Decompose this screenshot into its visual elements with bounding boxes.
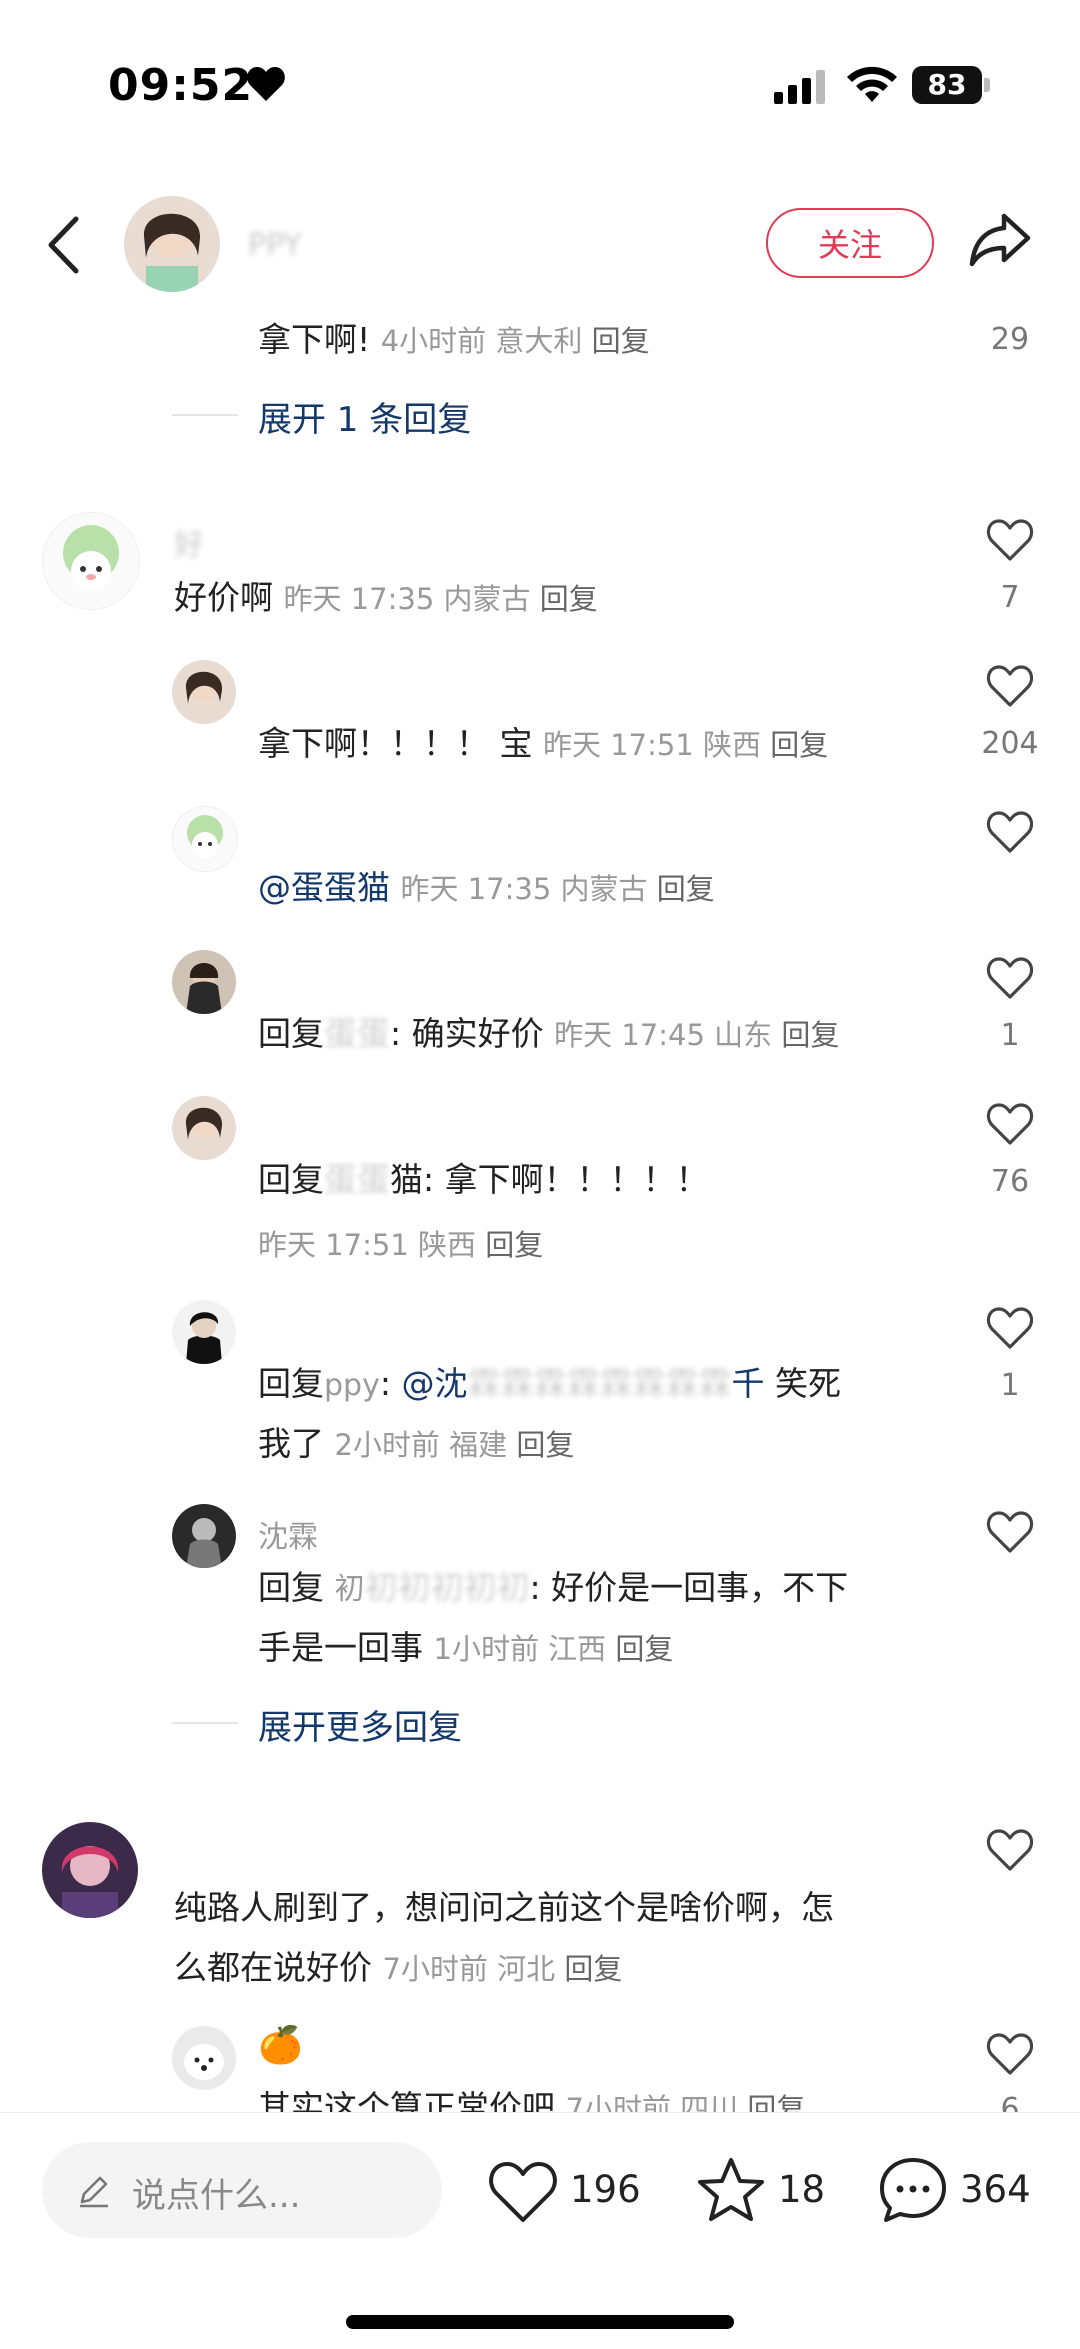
heart-status-icon — [247, 67, 285, 101]
share-icon[interactable] — [968, 212, 1032, 268]
heart-icon[interactable] — [986, 956, 1034, 1000]
comment-text: 拿下啊! 4小时前 意大利 回复 — [258, 320, 650, 359]
reply-meta: 昨天 17:51 陕西 回复 — [258, 1228, 544, 1262]
mention-link[interactable]: @蛋蛋猫 — [258, 868, 390, 907]
heart-icon[interactable] — [986, 664, 1034, 708]
like-count: 29 — [990, 322, 1030, 357]
reply-link[interactable]: 回复 — [592, 324, 650, 358]
signal-icon — [774, 70, 825, 104]
star-icon[interactable] — [696, 2156, 766, 2224]
comment-text: 好价啊 昨天 17:35 内蒙古 回复 — [174, 578, 598, 617]
like-count: 7 — [1000, 580, 1020, 615]
heart-icon[interactable] — [986, 518, 1034, 562]
replier-avatar[interactable] — [172, 1096, 236, 1160]
comment-text: 纯路人刷到了，想问问之前这个是啥价啊，怎 — [174, 1888, 834, 1927]
reply-text: 回复蛋蛋猫: 拿下啊！！！！！ — [258, 1160, 709, 1199]
like-count: 1 — [1000, 1018, 1020, 1053]
like-count: 204 — [981, 726, 1039, 761]
like-total: 196 — [570, 2168, 641, 2211]
back-icon[interactable] — [46, 216, 80, 274]
reply-link[interactable]: 回复 — [564, 1952, 622, 1986]
replier-avatar[interactable] — [172, 660, 236, 724]
comment-total: 364 — [960, 2168, 1031, 2211]
reply-text: @蛋蛋猫 昨天 17:35 内蒙古 回复 — [258, 868, 715, 907]
comment-icon[interactable] — [878, 2156, 948, 2224]
reply-link[interactable]: 回复 — [516, 1428, 574, 1462]
reply-text: 回复 初初初初初初: 好价是一回事，不下 — [258, 1568, 849, 1607]
heart-icon[interactable] — [986, 1828, 1034, 1872]
pencil-icon — [80, 2176, 108, 2208]
reply-link[interactable]: 回复 — [540, 582, 598, 616]
reply-text-cont: 我了 2小时前 福建 回复 — [258, 1424, 575, 1463]
heart-icon[interactable] — [986, 810, 1034, 854]
reply-text: 拿下啊！！！！ 宝 昨天 17:51 陕西 回复 — [258, 724, 829, 763]
reply-link[interactable]: 回复 — [615, 1632, 673, 1666]
replier-avatar[interactable] — [172, 950, 236, 1014]
replier-avatar[interactable] — [172, 1504, 236, 1568]
reply-link[interactable]: 回复 — [781, 1018, 839, 1052]
replier-avatar[interactable] — [172, 2026, 236, 2090]
battery-tip — [984, 78, 990, 92]
star-total: 18 — [778, 2168, 826, 2211]
comment-input-placeholder[interactable]: 说点什么... — [132, 2168, 300, 2217]
follow-button[interactable]: 关注 — [766, 208, 934, 278]
divider — [172, 414, 238, 416]
heart-icon[interactable] — [986, 1102, 1034, 1146]
like-count: 1 — [1000, 1368, 1020, 1403]
reply-link[interactable]: 回复 — [485, 1228, 543, 1262]
like-icon[interactable] — [488, 2160, 558, 2224]
replier-name-emoji: 🍊 — [258, 2025, 303, 2066]
replier-avatar[interactable] — [172, 1300, 236, 1364]
home-indicator[interactable] — [346, 2315, 734, 2329]
divider — [172, 1722, 238, 1724]
reply-link[interactable]: 回复 — [657, 872, 715, 906]
commenter-avatar[interactable] — [42, 1822, 138, 1918]
wifi-icon — [847, 66, 897, 102]
comment-text-cont: 么都在说好价 7小时前 河北 回复 — [174, 1948, 623, 1987]
expand-replies-button[interactable]: 展开 1 条回复 — [258, 392, 471, 441]
status-time: 09:52 — [108, 60, 254, 111]
heart-icon[interactable] — [986, 1306, 1034, 1350]
author-avatar[interactable] — [124, 196, 220, 292]
commenter-avatar[interactable] — [42, 512, 140, 610]
reply-text: 回复蛋蛋: 确实好价 昨天 17:45 山东 回复 — [258, 1014, 840, 1053]
author-name[interactable]: PPY — [248, 228, 302, 263]
heart-icon[interactable] — [986, 1510, 1034, 1554]
reply-text-cont: 手是一回事 1小时前 江西 回复 — [258, 1628, 674, 1667]
battery-indicator: 83 — [912, 66, 982, 104]
replier-avatar[interactable] — [172, 806, 238, 872]
reply-text: 回复ppy: @沈霖霖霖霖霖霖霖霖千 笑死 — [258, 1364, 841, 1403]
heart-icon[interactable] — [986, 2032, 1034, 2076]
like-count: 76 — [990, 1164, 1030, 1199]
commenter-name[interactable]: 好 — [174, 520, 204, 564]
replier-name[interactable]: 沈霖 — [258, 1512, 318, 1556]
expand-more-replies-button[interactable]: 展开更多回复 — [258, 1700, 462, 1749]
reply-link[interactable]: 回复 — [770, 728, 828, 762]
